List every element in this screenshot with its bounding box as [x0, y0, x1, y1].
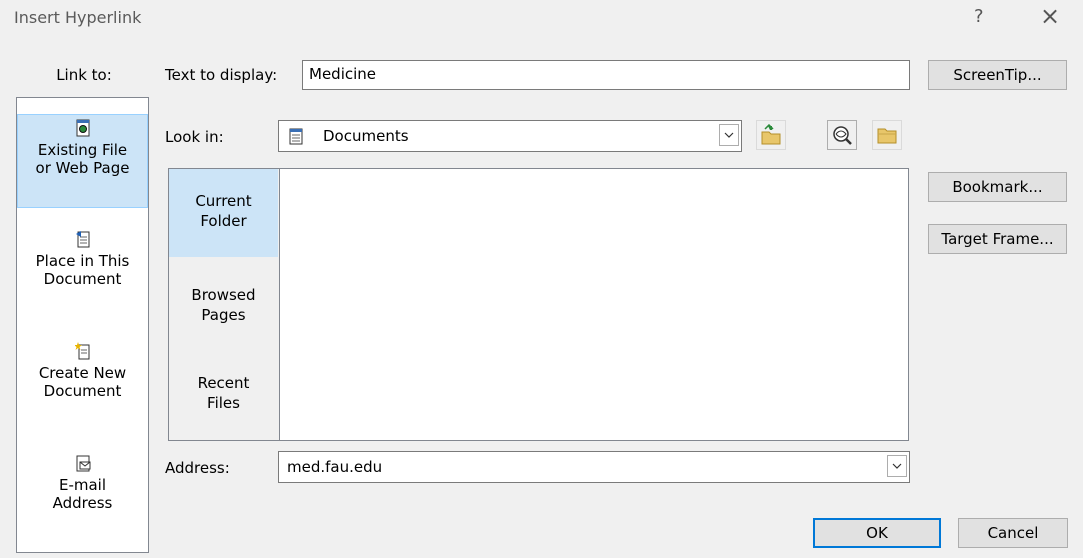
tab-browsed-pages[interactable]: Browsed Pages — [169, 257, 278, 347]
close-icon[interactable]: × — [1040, 4, 1060, 28]
address-dropdown-arrow[interactable] — [887, 455, 907, 477]
link-to-item-label-line1: Place in This — [35, 252, 130, 270]
tab-label-line1: Browsed — [191, 286, 256, 304]
up-folder-icon — [761, 124, 781, 145]
email-icon — [76, 455, 90, 472]
link-to-panel: Existing File or Web Page Place in This … — [16, 97, 149, 553]
link-to-existing-file[interactable]: Existing File or Web Page — [17, 114, 148, 208]
link-to-place-in-document[interactable]: Place in This Document — [17, 230, 148, 310]
document-folder-icon — [289, 128, 303, 145]
link-to-label: Link to: — [56, 66, 112, 84]
tab-recent-files[interactable]: Recent Files — [169, 347, 278, 440]
tab-label-line2: Pages — [201, 306, 246, 324]
look-in-dropdown[interactable]: Documents — [278, 120, 742, 152]
browse-file-button[interactable] — [872, 120, 902, 150]
screentip-button[interactable]: ScreenTip... — [928, 60, 1067, 90]
cancel-button[interactable]: Cancel — [958, 518, 1068, 548]
place-in-document-icon — [75, 231, 89, 248]
link-to-create-new-document[interactable]: Create New Document — [17, 342, 148, 422]
tab-label-line2: Folder — [200, 212, 247, 230]
help-icon[interactable]: ? — [974, 6, 984, 27]
new-document-icon — [74, 342, 89, 360]
chevron-down-icon — [892, 463, 902, 469]
folder-icon — [877, 128, 897, 144]
address-combo[interactable]: med.fau.edu — [278, 451, 910, 483]
tab-label-line2: Files — [207, 394, 240, 412]
text-to-display-input[interactable]: Medicine — [302, 60, 910, 90]
up-one-folder-button[interactable] — [756, 120, 786, 150]
tab-label-line1: Current — [195, 192, 252, 210]
link-to-item-label-line1: E-mail — [58, 476, 107, 494]
link-to-email-address[interactable]: E-mail Address — [17, 454, 148, 534]
browse-web-icon — [833, 126, 852, 145]
ok-button[interactable]: OK — [813, 518, 941, 548]
address-label: Address: — [165, 459, 230, 477]
tab-current-folder[interactable]: Current Folder — [169, 169, 278, 257]
link-to-item-label-line2: Document — [43, 382, 122, 400]
browse-web-button[interactable] — [827, 120, 857, 150]
browse-tabs: Current Folder Browsed Pages Recent File… — [169, 169, 280, 440]
link-to-item-label-line1: Existing File — [37, 141, 128, 159]
link-to-item-label-line2: Address — [52, 494, 113, 512]
web-page-icon — [76, 119, 89, 137]
target-frame-button[interactable]: Target Frame... — [928, 224, 1067, 254]
tab-label-line1: Recent — [197, 374, 250, 392]
look-in-value: Documents — [323, 127, 409, 145]
chevron-down-icon — [724, 132, 734, 138]
look-in-label: Look in: — [165, 128, 224, 146]
address-input[interactable]: med.fau.edu — [287, 458, 382, 476]
bookmark-button[interactable]: Bookmark... — [928, 172, 1067, 202]
browse-panel: Current Folder Browsed Pages Recent File… — [168, 168, 909, 441]
look-in-dropdown-arrow[interactable] — [719, 124, 739, 146]
link-to-item-label-line2: Document — [43, 270, 122, 288]
text-to-display-label: Text to display: — [165, 66, 278, 84]
file-list[interactable] — [280, 169, 908, 440]
link-to-item-label-line2: or Web Page — [35, 159, 130, 177]
dialog-title: Insert Hyperlink — [14, 8, 142, 27]
link-to-item-label-line1: Create New — [38, 364, 127, 382]
